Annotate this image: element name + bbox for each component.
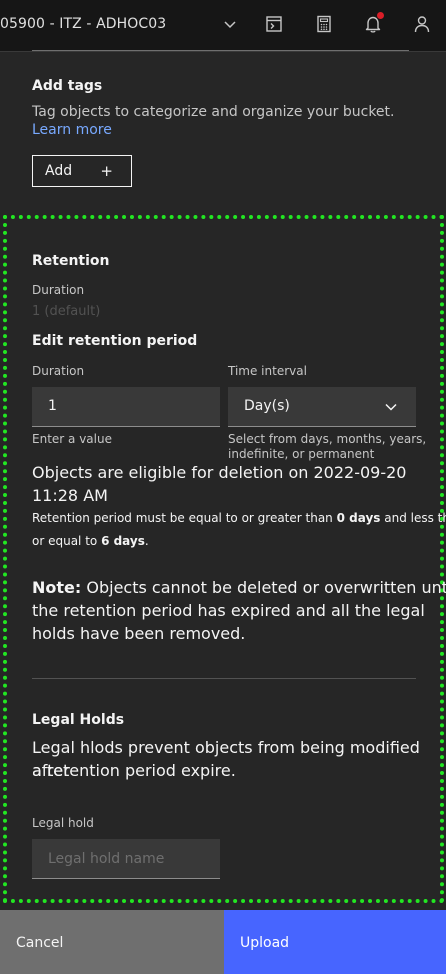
legal-hold-input[interactable]: Legal hold name bbox=[32, 839, 220, 879]
note-line2: the retention period has expired and all… bbox=[32, 601, 425, 620]
retention-rule-line2: or equal to 6 days. bbox=[32, 534, 149, 548]
learn-more-link[interactable]: Learn more bbox=[32, 122, 112, 138]
duration-helper: Enter a value bbox=[32, 432, 112, 446]
tags-description: Tag objects to categorize and organize y… bbox=[32, 104, 395, 120]
chevron-down-icon[interactable] bbox=[220, 14, 240, 34]
calculator-icon[interactable] bbox=[314, 14, 334, 36]
retention-duration-label: Duration bbox=[32, 283, 85, 297]
terminal-icon[interactable] bbox=[264, 14, 284, 36]
note-line1: Note: Objects cannot be deleted or overw… bbox=[32, 578, 446, 597]
time-interval-select[interactable]: Day(s) bbox=[228, 387, 416, 427]
interval-helper-line1: Select from days, months, years, bbox=[228, 432, 427, 446]
eligible-line1: Objects are eligible for deletion on 202… bbox=[32, 463, 407, 482]
legal-holds-desc-line2: a retention period expire. bbox=[32, 761, 236, 780]
top-bar: 05900 - ITZ - ADHOC03 bbox=[0, 0, 446, 52]
duration-input-value: 1 bbox=[48, 398, 57, 414]
notification-badge bbox=[377, 12, 384, 19]
duration-field-label: Duration bbox=[32, 364, 85, 378]
add-icon: + bbox=[100, 162, 113, 180]
eligible-line2: 11:28 AM bbox=[32, 486, 108, 505]
divider bbox=[32, 678, 416, 679]
legal-hold-placeholder: Legal hold name bbox=[48, 851, 165, 867]
retention-title: Retention bbox=[32, 253, 110, 269]
divider bbox=[32, 50, 409, 51]
account-selector-label[interactable]: 05900 - ITZ - ADHOC03 bbox=[0, 16, 166, 32]
user-icon[interactable] bbox=[412, 14, 432, 36]
notification-icon[interactable] bbox=[363, 12, 384, 36]
cancel-button[interactable]: Cancel bbox=[0, 910, 224, 974]
interval-helper-line2: indefinite, or permanent bbox=[228, 447, 375, 461]
duration-input[interactable]: 1 bbox=[32, 387, 220, 427]
note-line3: holds have been removed. bbox=[32, 624, 246, 643]
retention-rule-line1: Retention period must be equal to or gre… bbox=[32, 511, 446, 525]
upload-button[interactable]: Upload bbox=[224, 910, 446, 974]
add-tag-button[interactable]: Add + bbox=[32, 155, 132, 187]
tags-title: Add tags bbox=[32, 78, 103, 94]
legal-hold-label: Legal hold bbox=[32, 816, 94, 830]
time-interval-value: Day(s) bbox=[244, 398, 290, 414]
interval-field-label: Time interval bbox=[228, 364, 307, 378]
add-tag-label: Add bbox=[45, 163, 73, 179]
legal-holds-title: Legal Holds bbox=[32, 712, 125, 728]
chevron-down-icon bbox=[384, 399, 398, 413]
retention-duration-value: 1 (default) bbox=[32, 304, 101, 319]
edit-retention-title: Edit retention period bbox=[32, 333, 198, 349]
